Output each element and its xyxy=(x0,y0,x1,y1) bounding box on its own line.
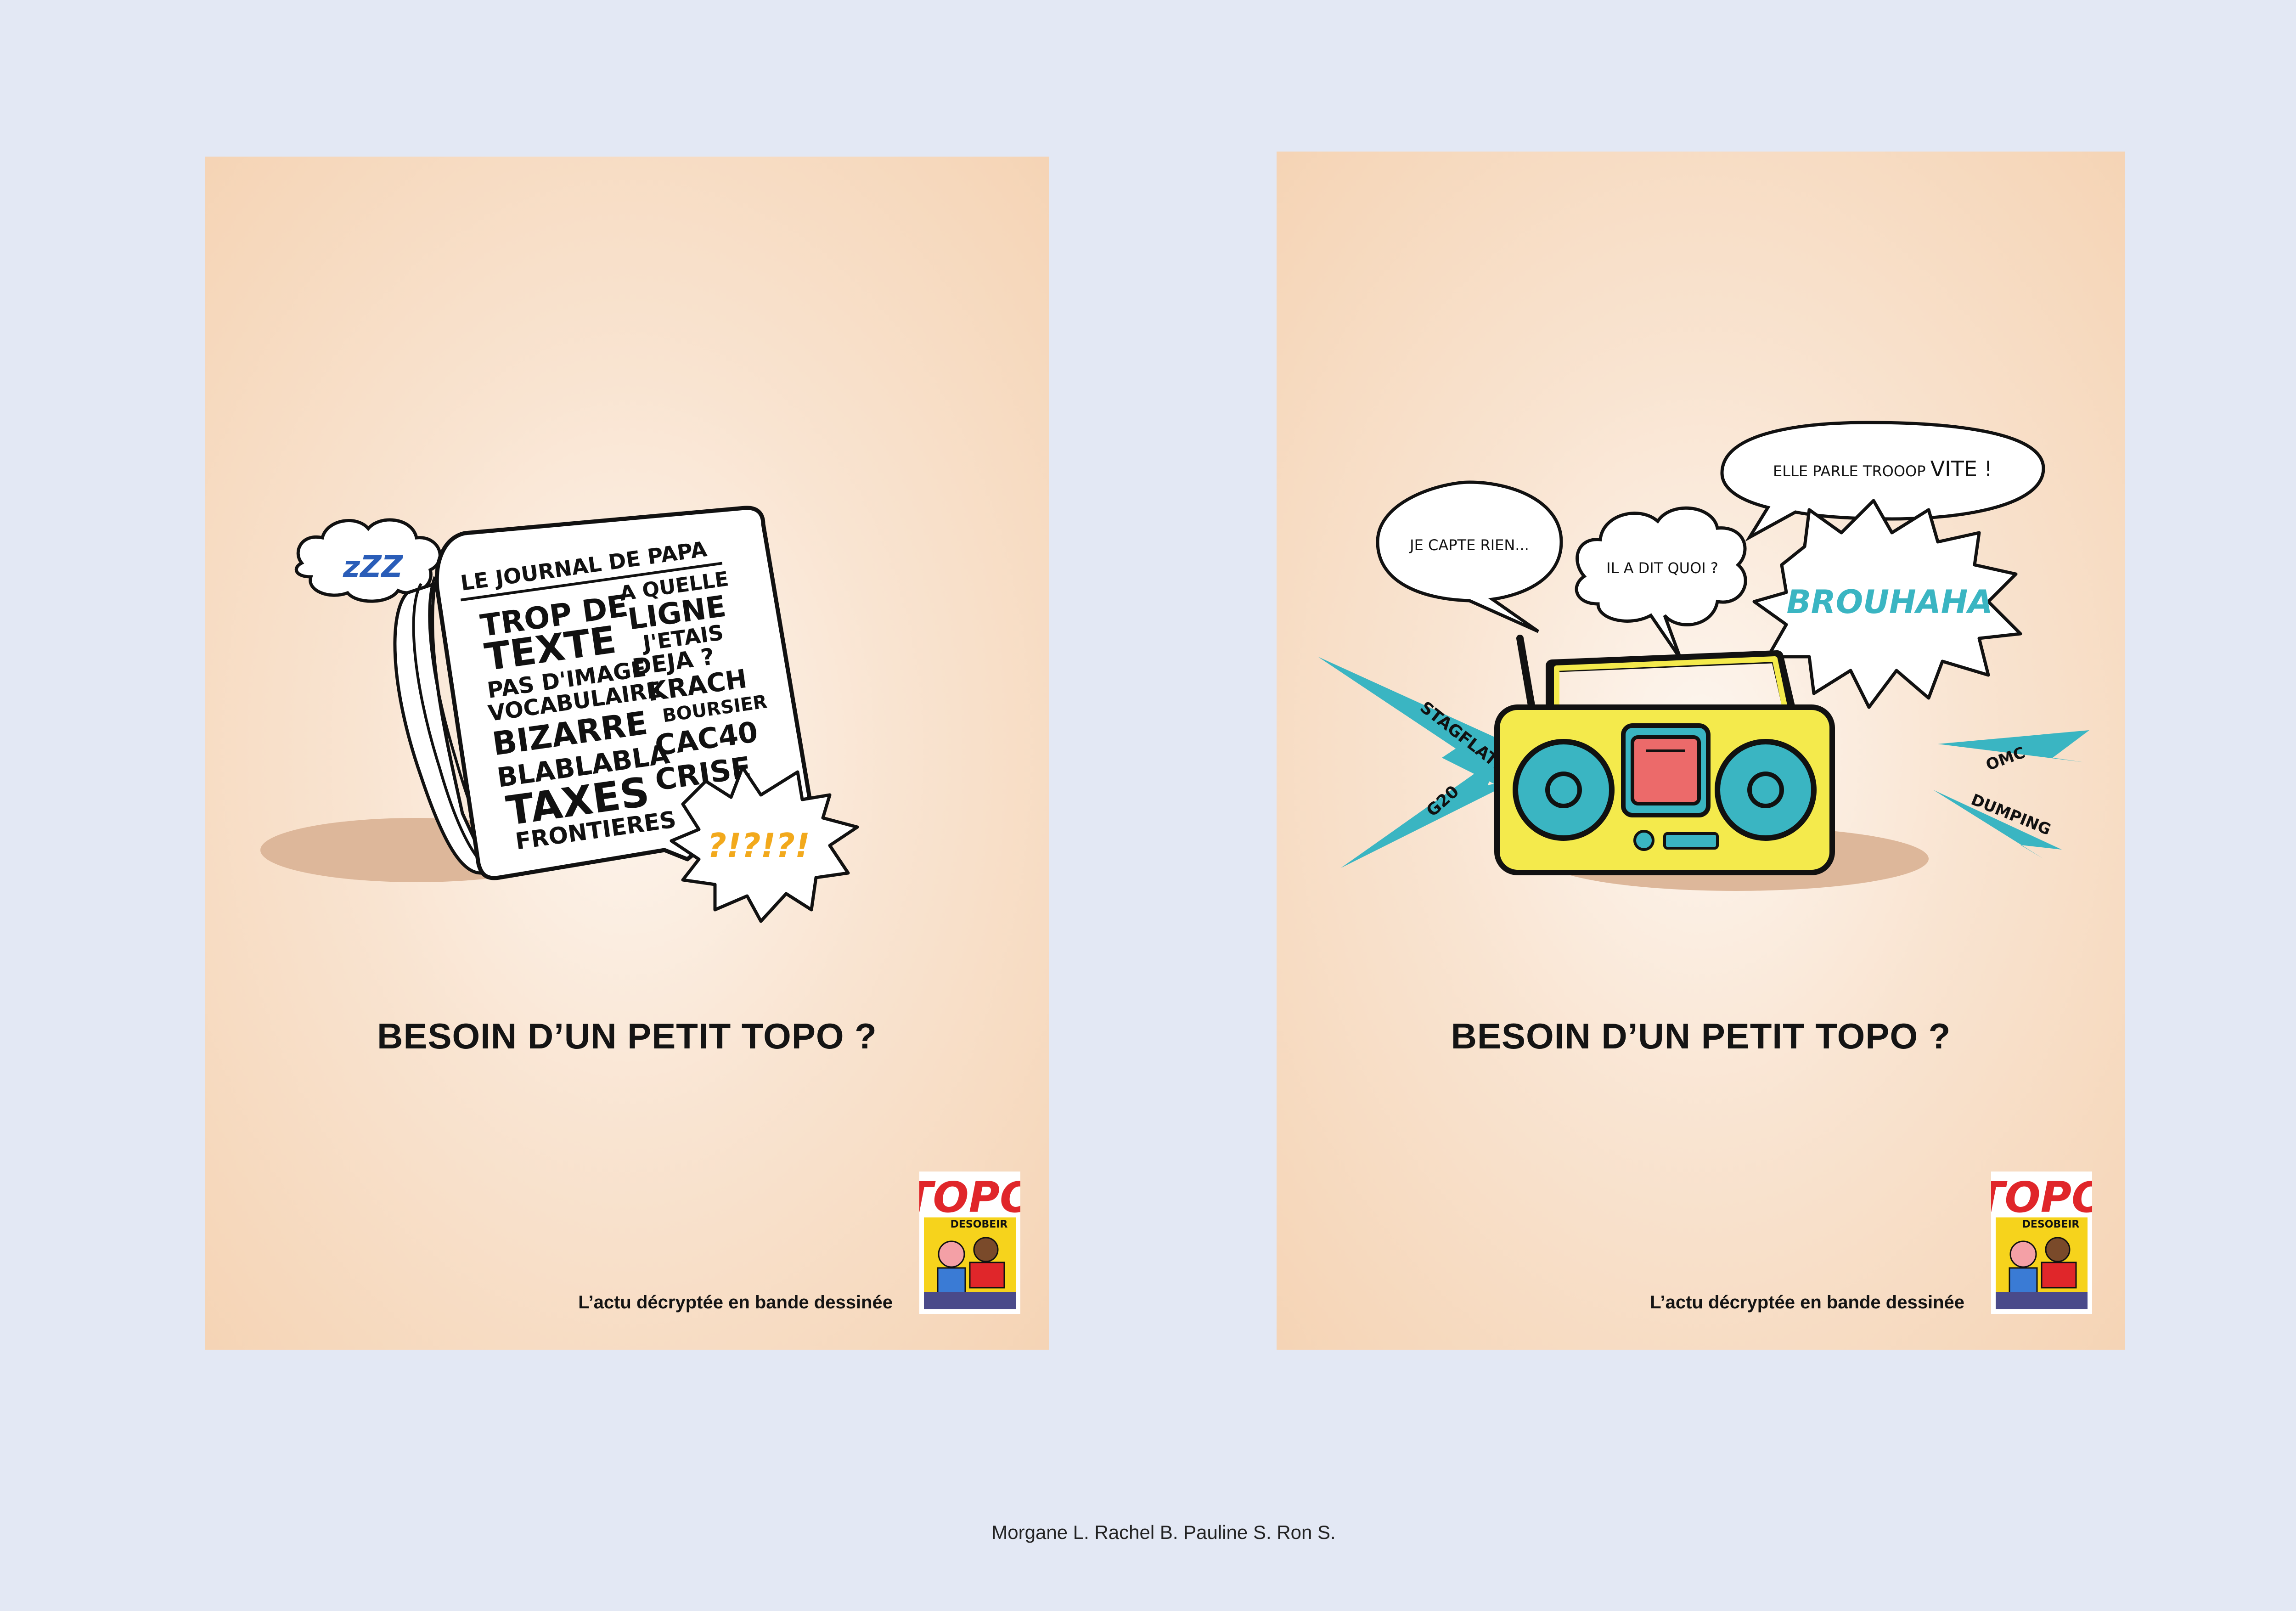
radio-illustration: JE CAPTE RIEN... IL A DIT QUOI ? ELLE PA… xyxy=(1318,421,2089,891)
speech-bubble-text: JE CAPTE RIEN... xyxy=(1409,536,1529,554)
poster-radio: JE CAPTE RIEN... IL A DIT QUOI ? ELLE PA… xyxy=(1277,152,2125,1350)
magazine-title: TOPO xyxy=(919,1173,1020,1222)
headline: BESOIN D’UN PETIT TOPO ? xyxy=(377,1016,877,1056)
thought-bubble-text: IL A DIT QUOI ? xyxy=(1606,559,1718,577)
sound-bolt-right: OMC DUMPING xyxy=(1933,730,2089,859)
magazine-title: TOPO xyxy=(1991,1173,2092,1222)
newspaper-illustration: zZZ LE JOURNAL DE PAPA TROP DE A QUELLE … xyxy=(260,506,859,923)
tagline: L’actu décryptée en bande dessinée xyxy=(578,1292,893,1312)
burst-text: BROUHAHA xyxy=(1786,583,1992,621)
tagline: L’actu décryptée en bande dessinée xyxy=(1650,1292,1964,1312)
brouhaha-burst: BROUHAHA xyxy=(1752,499,2022,709)
magazine-cover-word: DESOBEIR xyxy=(2022,1219,2080,1230)
magazine-cover: TOPO DESOBEIR xyxy=(919,1172,1020,1314)
poster-newspaper: zZZ LE JOURNAL DE PAPA TROP DE A QUELLE … xyxy=(205,157,1049,1350)
thought-bubble: IL A DIT QUOI ? xyxy=(1575,506,1747,660)
headline: BESOIN D’UN PETIT TOPO ? xyxy=(1451,1016,1951,1056)
magazine-cover-word: DESOBEIR xyxy=(951,1219,1008,1230)
magazine-cover: TOPO DESOBEIR xyxy=(1991,1172,2092,1314)
boombox xyxy=(1494,635,1835,875)
credits: Morgane L. Rachel B. Pauline S. Ron S. xyxy=(991,1521,1336,1543)
speech-bubble: JE CAPTE RIEN... xyxy=(1376,480,1563,633)
burst-text: ?!?!?! xyxy=(707,826,810,865)
sleep-cloud-text: zZZ xyxy=(343,550,404,584)
